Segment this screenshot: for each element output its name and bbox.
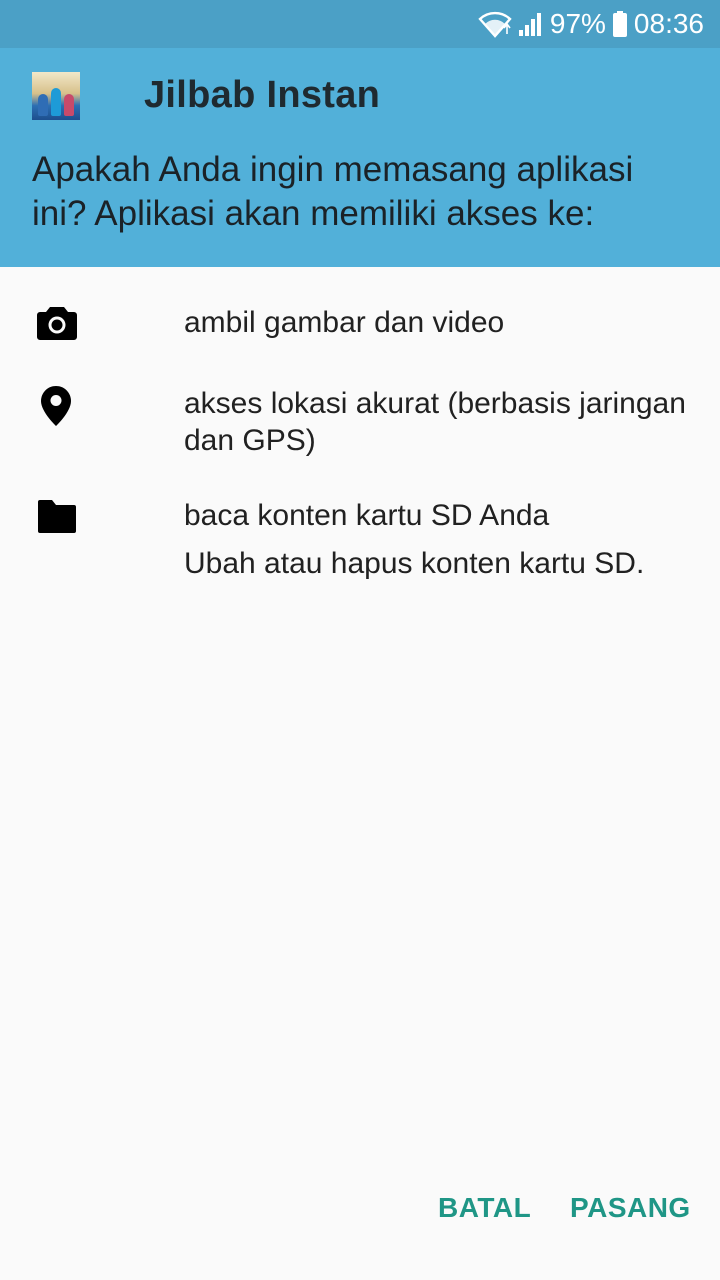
cancel-button[interactable]: BATAL	[438, 1192, 531, 1224]
wifi-icon	[478, 10, 512, 38]
status-icons: 97% 08:36	[478, 0, 704, 48]
app-name: Jilbab Instan	[144, 74, 381, 116]
permission-label: akses lokasi akurat (berbasis jaringan d…	[184, 387, 686, 457]
install-prompt: Apakah Anda ingin memasang aplikasi ini?…	[32, 150, 634, 233]
install-permission-screen: 97% 08:36 Jilbab Instan Apakah Anda ingi…	[0, 0, 720, 1280]
install-button[interactable]: PASANG	[570, 1192, 691, 1224]
permission-sub-label: Ubah atau hapus konten kartu SD.	[184, 547, 645, 580]
app-icon	[32, 72, 80, 120]
location-pin-icon	[40, 385, 82, 427]
clock: 08:36	[633, 8, 704, 39]
battery-percent: 97%	[549, 8, 606, 39]
permission-label: ambil gambar dan video	[184, 306, 505, 339]
battery-icon	[612, 10, 628, 38]
status-bar: 97% 08:36	[0, 0, 720, 48]
signal-icon	[518, 10, 544, 38]
install-header: Jilbab Instan Apakah Anda ingin memasang…	[0, 48, 720, 267]
folder-icon	[36, 499, 78, 541]
camera-icon	[36, 303, 78, 345]
permission-label: baca konten kartu SD Anda	[184, 499, 550, 532]
